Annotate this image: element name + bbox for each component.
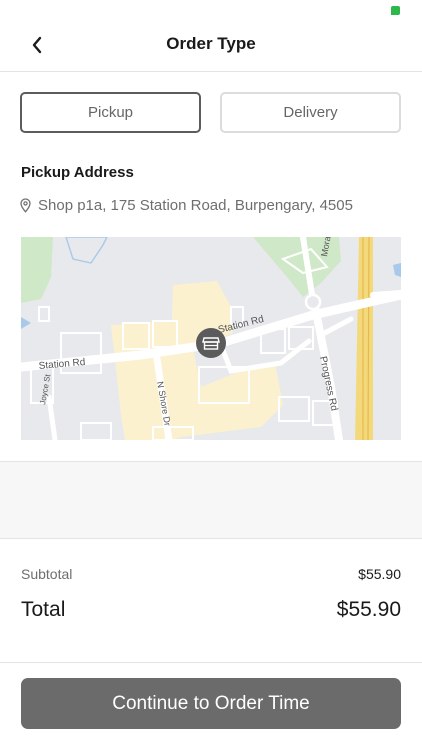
map-view[interactable]: Station Rd Station Rd N Shore Dr Progres…: [21, 237, 401, 440]
pickup-address-text: Shop p1a, 175 Station Road, Burpengary, …: [38, 197, 353, 214]
pickup-option-button[interactable]: Pickup: [20, 92, 201, 133]
delivery-option-button[interactable]: Delivery: [220, 92, 401, 133]
pickup-address-heading: Pickup Address: [21, 164, 134, 181]
subtotal-value: $55.90: [358, 566, 401, 582]
location-pin-icon: [20, 198, 31, 213]
pickup-option-label: Pickup: [87, 104, 134, 121]
page-title: Order Type: [166, 34, 256, 53]
order-notes-area: [0, 461, 422, 539]
delivery-option-label: Delivery: [283, 104, 338, 121]
summary-divider: [0, 662, 422, 663]
subtotal-label: Subtotal: [21, 566, 73, 582]
pickup-address: Shop p1a, 175 Station Road, Burpengary, …: [20, 197, 353, 214]
total-label: Total: [21, 598, 66, 621]
continue-button-label: Continue to Order Time: [112, 692, 310, 714]
header: Order Type: [0, 0, 422, 72]
continue-to-order-time-button[interactable]: Continue to Order Time: [21, 678, 401, 729]
store-marker[interactable]: [196, 328, 226, 358]
total-value: $55.90: [336, 598, 401, 621]
